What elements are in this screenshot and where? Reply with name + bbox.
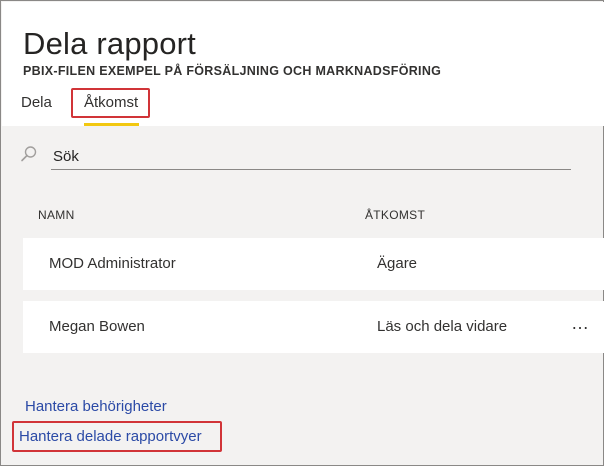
share-report-dialog: Dela rapport PBIX-FILEN EXEMPEL PÅ FÖRSÄ…	[0, 0, 604, 466]
manage-shared-views-highlight-box	[12, 421, 222, 452]
manage-permissions-link[interactable]: Hantera behörigheter	[25, 398, 167, 415]
tab-share[interactable]: Dela	[21, 94, 52, 111]
column-header-access: ÅTKOMST	[365, 208, 426, 222]
dialog-title: Dela rapport	[23, 26, 196, 61]
column-header-name: NAMN	[38, 208, 75, 222]
access-level: Ägare	[377, 255, 418, 272]
user-name: MOD Administrator	[49, 255, 176, 272]
search-input[interactable]	[51, 144, 571, 170]
search-icon	[21, 146, 37, 162]
tab-access-highlight-box	[71, 88, 150, 118]
table-row[interactable]: MOD Administrator Ägare	[23, 238, 604, 290]
access-level: Läs och dela vidare	[377, 318, 508, 335]
user-name: Megan Bowen	[49, 318, 145, 335]
dialog-header: Dela rapport PBIX-FILEN EXEMPEL PÅ FÖRSÄ…	[2, 2, 604, 126]
report-name: PBIX-FILEN EXEMPEL PÅ FÖRSÄLJNING OCH MA…	[23, 64, 442, 78]
table-row[interactable]: Megan Bowen Läs och dela vidare …	[23, 301, 604, 353]
more-options-icon[interactable]: …	[571, 313, 590, 334]
tab-selected-indicator	[84, 123, 139, 126]
